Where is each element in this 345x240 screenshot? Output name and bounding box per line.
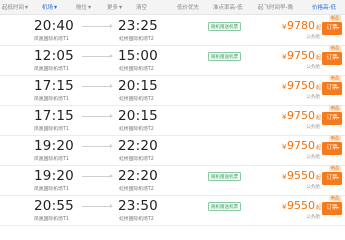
departure-time: 20:55 (34, 198, 74, 214)
arrival-airport: 虹桥国际机场T2 (119, 67, 154, 72)
price: ¥9550起 (282, 199, 321, 212)
arrival-airport: 虹桥国际机场T2 (119, 217, 154, 222)
filter-more[interactable]: 更多▼ (107, 3, 123, 12)
flight-row[interactable]: 19:20 凤凰国际机场T1 22:20 虹桥国际机场T2 随机赠送机票 ¥95… (0, 165, 345, 196)
flight-row[interactable]: 12:05 凤凰国际机场T1 15:00 虹桥国际机场T2 随机赠送机票 ¥97… (0, 45, 345, 76)
promo-badge: 随机赠送机票 (208, 172, 241, 181)
arrival-airport: 虹桥国际机场T2 (119, 157, 154, 162)
arrival-time: 22:20 (118, 168, 158, 184)
flight-row[interactable]: 17:15 凤凰国际机场T1 20:15 虹桥国际机场T2 ¥9750起 公务舱… (0, 105, 345, 136)
departure-time: 20:40 (34, 18, 74, 34)
flight-row[interactable]: 19:20 凤凰国际机场T1 22:20 虹桥国际机场T2 ¥9750起 公务舱… (0, 135, 345, 166)
arrow-right-icon (82, 144, 113, 148)
chevron-down-icon: ▼ (119, 4, 123, 10)
filter-cabin[interactable]: 舱位▼ (76, 3, 92, 12)
departure-airport: 凤凰国际机场T1 (34, 127, 69, 132)
filter-clear[interactable]: 清空 (136, 3, 147, 11)
book-button[interactable]: 订票 (322, 172, 342, 185)
arrival-airport: 虹桥国际机场T2 (119, 187, 154, 192)
book-button[interactable]: 订票 (322, 82, 342, 95)
chevron-down-icon: ▼ (25, 4, 29, 10)
arrival-time: 20:15 (118, 78, 158, 94)
arrival-time: 15:00 (118, 48, 158, 64)
sort-low-price[interactable]: 低价优先 (177, 3, 199, 11)
departure-airport: 凤凰国际机场T1 (34, 217, 69, 222)
arrival-time: 20:15 (118, 108, 158, 124)
book-button[interactable]: 订票 (322, 202, 342, 215)
departure-airport: 凤凰国际机场T1 (34, 157, 69, 162)
arrow-right-icon (82, 54, 113, 58)
cabin-class: 公务舱 (306, 155, 320, 160)
arrival-airport: 虹桥国际机场T2 (119, 37, 154, 42)
price: ¥9780起 (282, 19, 321, 32)
arrow-right-icon (82, 24, 113, 28)
arrival-time: 23:25 (118, 18, 158, 34)
book-button[interactable]: 订票 (322, 142, 342, 155)
cabin-class: 公务舱 (306, 215, 320, 220)
filter-bar: 起抵时间▼ 机场▼ 舱位▼ 更多▼ 清空 低价优先 准点率高-低 起飞时间早-晚… (0, 0, 345, 15)
departure-airport: 凤凰国际机场T1 (34, 187, 69, 192)
new-tag: 新品 (329, 45, 341, 51)
departure-airport: 凤凰国际机场T1 (34, 97, 69, 102)
new-tag: 新品 (329, 15, 341, 21)
price: ¥9750起 (282, 109, 321, 122)
sort-departure[interactable]: 起飞时间早-晚 (258, 3, 293, 11)
new-tag: 新品 (329, 75, 341, 81)
price: ¥9750起 (282, 49, 321, 62)
arrow-right-icon (82, 114, 113, 118)
sort-ontime[interactable]: 准点率高-低 (213, 3, 243, 11)
filter-time[interactable]: 起抵时间▼ (2, 3, 29, 12)
cabin-class: 公务舱 (306, 35, 320, 40)
filter-airport[interactable]: 机场▼ (42, 3, 58, 12)
cabin-class: 公务舱 (306, 125, 320, 130)
cabin-class: 公务舱 (306, 65, 320, 70)
departure-time: 17:15 (34, 78, 74, 94)
flight-row[interactable]: 20:40 凤凰国际机场T1 23:25 虹桥国际机场T2 随机赠送机票 ¥97… (0, 15, 345, 46)
departure-time: 19:20 (34, 168, 74, 184)
book-button[interactable]: 订票 (322, 52, 342, 65)
book-button[interactable]: 订票 (322, 22, 342, 35)
price: ¥9750起 (282, 139, 321, 152)
cabin-class: 公务舱 (306, 95, 320, 100)
sort-price-desc[interactable]: 价格高-低 (312, 3, 336, 11)
promo-badge: 随机赠送机票 (208, 52, 241, 61)
new-tag: 新品 (329, 195, 341, 201)
departure-time: 17:15 (34, 108, 74, 124)
flight-row[interactable]: 20:55 凤凰国际机场T1 23:50 虹桥国际机场T2 随机赠送机票 ¥95… (0, 195, 345, 226)
cabin-class: 公务舱 (306, 185, 320, 190)
price: ¥9550起 (282, 169, 321, 182)
new-tag: 新品 (329, 105, 341, 111)
arrival-time: 23:50 (118, 198, 158, 214)
new-tag: 新品 (329, 135, 341, 141)
arrival-airport: 虹桥国际机场T2 (119, 97, 154, 102)
flight-row[interactable]: 17:15 凤凰国际机场T1 20:15 虹桥国际机场T2 ¥9750起 公务舱… (0, 75, 345, 106)
promo-badge: 随机赠送机票 (208, 22, 241, 31)
departure-time: 12:05 (34, 48, 74, 64)
price: ¥9750起 (282, 79, 321, 92)
departure-time: 19:20 (34, 138, 74, 154)
new-tag: 新品 (329, 165, 341, 171)
departure-airport: 凤凰国际机场T1 (34, 67, 69, 72)
arrow-right-icon (82, 84, 113, 88)
chevron-down-icon: ▼ (54, 4, 58, 10)
promo-badge: 随机赠送机票 (208, 202, 241, 211)
arrow-right-icon (82, 174, 113, 178)
arrival-time: 22:20 (118, 138, 158, 154)
departure-airport: 凤凰国际机场T1 (34, 37, 69, 42)
book-button[interactable]: 订票 (322, 112, 342, 125)
chevron-down-icon: ▼ (88, 4, 92, 10)
arrow-right-icon (82, 204, 113, 208)
arrival-airport: 虹桥国际机场T2 (119, 127, 154, 132)
